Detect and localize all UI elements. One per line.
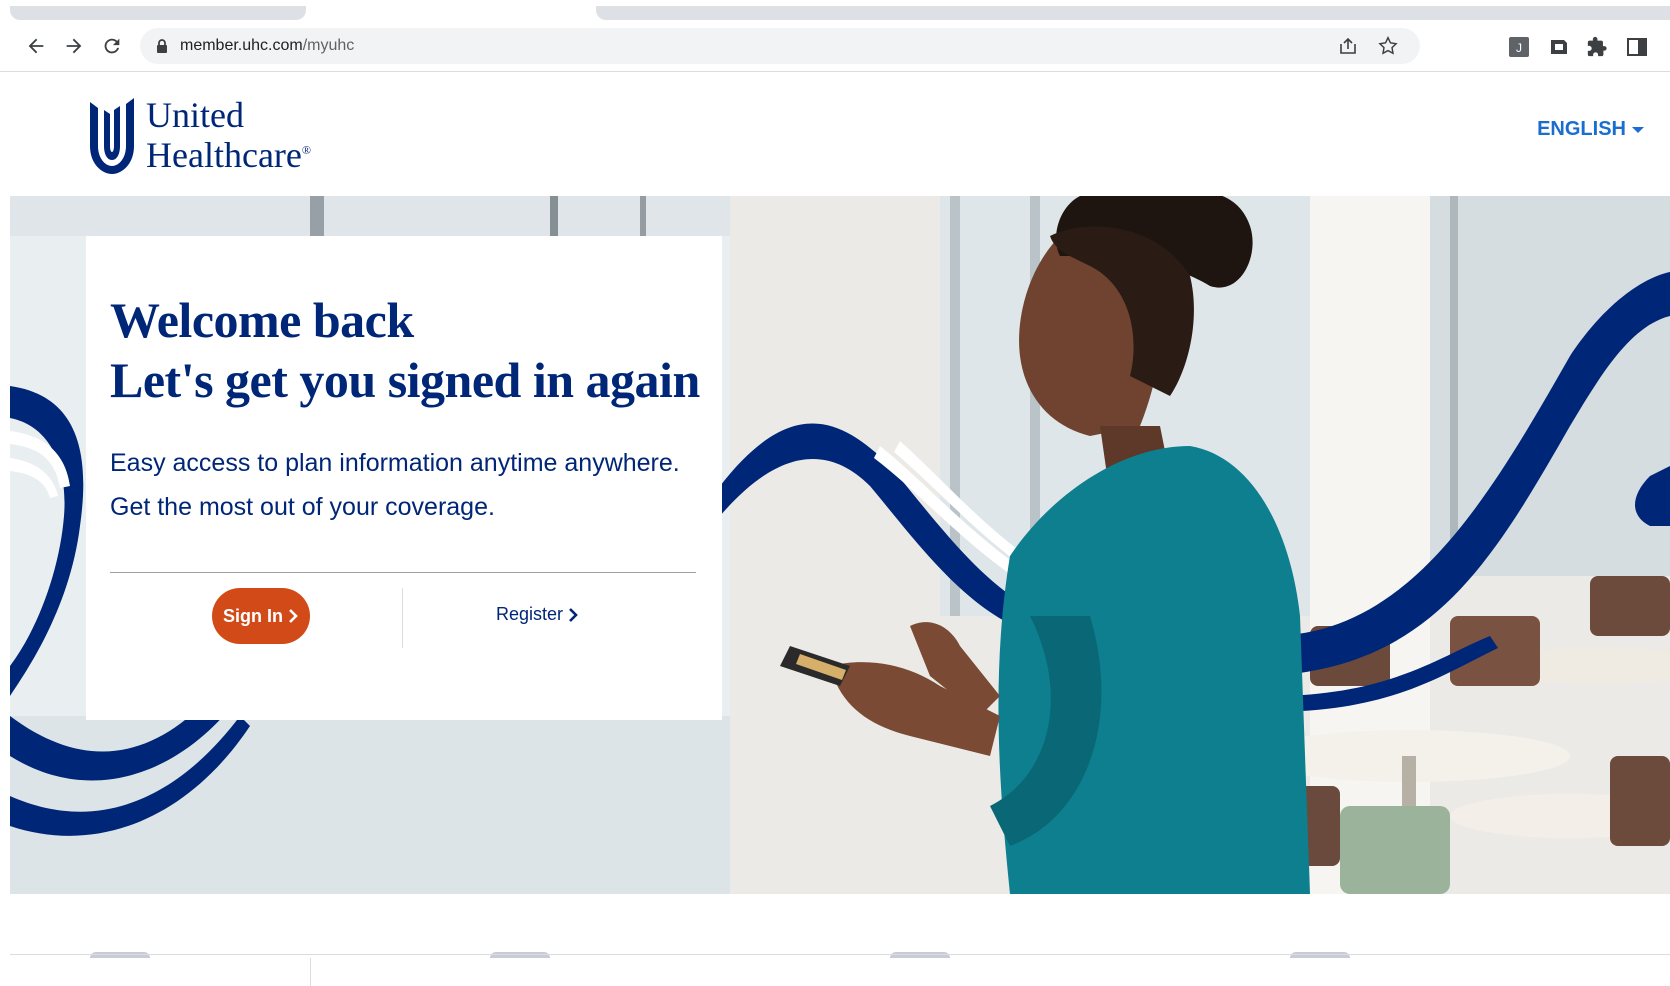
browser-tab[interactable] — [10, 6, 306, 20]
reload-icon[interactable] — [96, 30, 128, 62]
back-arrow-icon[interactable] — [20, 30, 52, 62]
logo-wordmark: United Healthcare® — [146, 95, 312, 175]
share-icon[interactable] — [1336, 34, 1360, 58]
url-text[interactable]: member.uhc.com/myuhc — [180, 37, 354, 55]
welcome-heading: Welcome back Let's get you signed in aga… — [110, 290, 700, 410]
u-shield-logo-icon — [90, 98, 134, 174]
section-tab — [890, 952, 950, 958]
logo-line-healthcare: Healthcare — [146, 135, 302, 175]
address-bar[interactable]: member.uhc.com/myuhc — [140, 28, 1420, 64]
content-below-fold — [0, 894, 1670, 986]
description-line-1: Easy access to plan information anytime … — [110, 449, 680, 477]
sign-in-label: Sign In — [223, 605, 283, 626]
register-label: Register — [496, 604, 564, 624]
browser-tab-strip — [0, 0, 1670, 22]
lock-icon[interactable] — [154, 38, 170, 54]
extension-j-icon[interactable]: J — [1506, 34, 1532, 60]
welcome-title: Welcome back — [110, 292, 414, 348]
language-label: ENGLISH — [1537, 118, 1626, 140]
forward-arrow-icon[interactable] — [58, 30, 90, 62]
button-separator — [402, 588, 403, 648]
sign-in-button[interactable]: Sign In — [212, 588, 310, 644]
extension-icon[interactable] — [1546, 34, 1572, 60]
section-separator — [310, 958, 311, 986]
url-host: member.uhc.com — [180, 37, 303, 54]
card-divider — [110, 572, 696, 573]
section-tab — [490, 952, 550, 958]
chevron-right-icon — [569, 607, 578, 622]
browser-tab[interactable] — [596, 6, 1670, 20]
united-healthcare-logo[interactable]: United Healthcare® — [86, 95, 316, 178]
side-panel-icon[interactable] — [1624, 34, 1650, 60]
site-header: United Healthcare® ENGLISH — [0, 72, 1670, 196]
bookmark-star-icon[interactable] — [1376, 34, 1400, 58]
register-link[interactable]: Register — [496, 604, 579, 625]
registered-mark: ® — [301, 143, 312, 157]
section-tab — [90, 952, 150, 958]
logo-line-united: United — [146, 95, 244, 135]
description-line-2: Get the most out of your coverage. — [110, 493, 495, 521]
language-selector[interactable]: ENGLISH — [1537, 118, 1644, 141]
welcome-description: Easy access to plan information anytime … — [110, 441, 680, 529]
chevron-right-icon — [289, 609, 298, 623]
url-path: /myuhc — [302, 37, 355, 54]
welcome-card: Welcome back Let's get you signed in aga… — [86, 236, 722, 720]
section-divider — [10, 954, 1670, 955]
welcome-subtitle-title: Let's get you signed in again — [110, 352, 700, 408]
section-tab — [1290, 952, 1350, 958]
puzzle-piece-icon[interactable] — [1584, 34, 1610, 60]
browser-toolbar: member.uhc.com/myuhc J — [0, 22, 1670, 72]
caret-down-icon — [1632, 126, 1644, 133]
svg-text:J: J — [1516, 41, 1522, 55]
